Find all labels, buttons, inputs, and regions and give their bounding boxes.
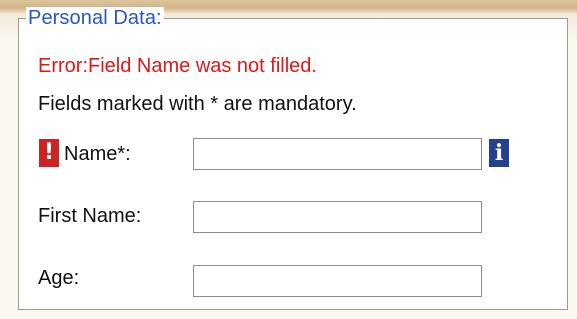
error-message: Error:Field Name was not filled.	[38, 55, 317, 77]
exclamation-icon: !	[39, 139, 59, 167]
name-label: Name*:	[64, 143, 131, 165]
age-label: Age:	[38, 267, 80, 289]
age-input[interactable]	[193, 265, 482, 297]
fieldset-legend: Personal Data:	[26, 7, 164, 29]
first-name-label: First Name:	[38, 205, 142, 227]
personal-data-form: Personal Data: Error:Field Name was not …	[0, 0, 577, 319]
info-icon[interactable]: i	[489, 139, 509, 167]
mandatory-hint: Fields marked with * are mandatory.	[38, 93, 357, 115]
name-input[interactable]	[193, 138, 482, 170]
first-name-input[interactable]	[193, 201, 482, 233]
